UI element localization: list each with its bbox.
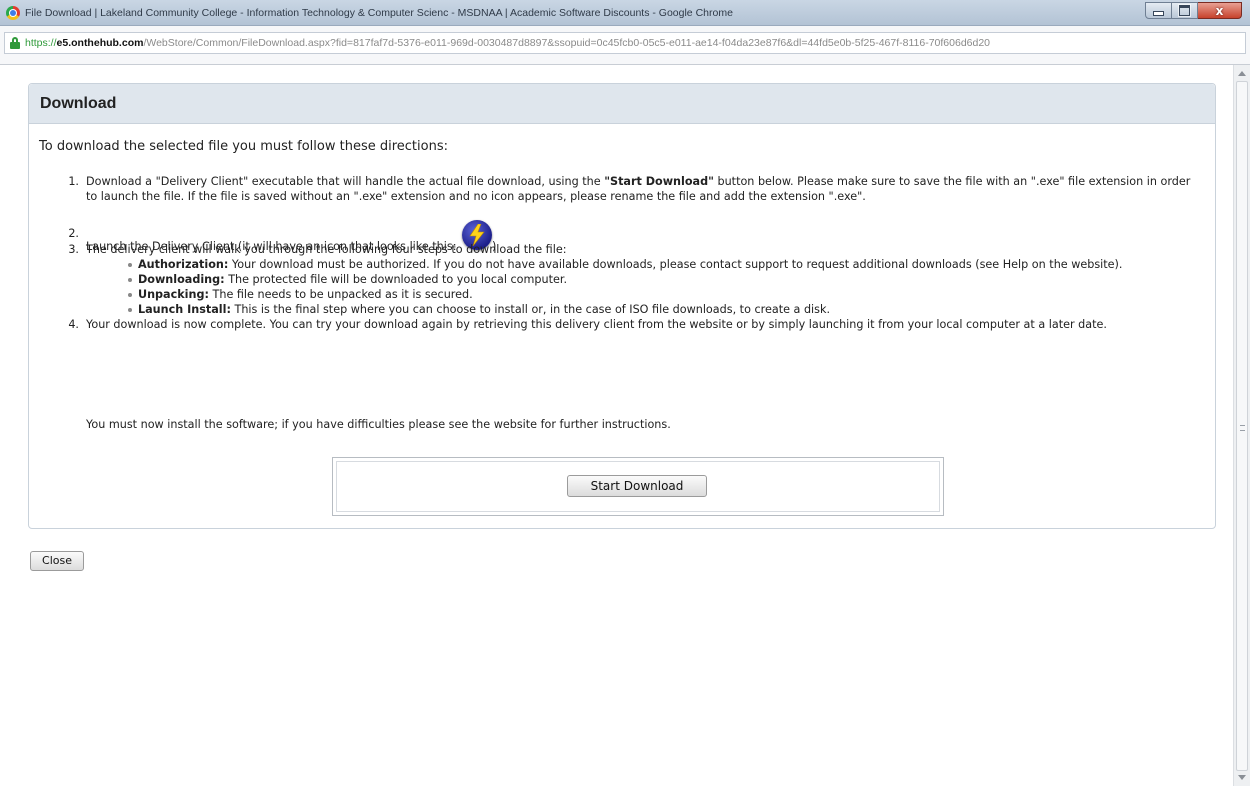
sub-step-text: The protected file will be downloaded to… xyxy=(224,273,568,286)
sub-step-launch-install: Launch Install: This is the final step w… xyxy=(128,302,1191,317)
sub-step-unpacking: Unpacking: The file needs to be unpacked… xyxy=(128,287,1191,302)
step-2: 2. Launch the Delivery Client (it will h… xyxy=(51,220,1191,253)
sub-step-label: Launch Install: xyxy=(138,303,231,316)
maximize-icon xyxy=(1178,4,1191,17)
sub-step-label: Downloading: xyxy=(138,273,225,286)
sub-step-text: Your download must be authorized. If you… xyxy=(228,258,1123,271)
step-number: 3. xyxy=(68,243,79,256)
maximize-button[interactable] xyxy=(1172,2,1198,19)
intro-text: To download the selected file you must f… xyxy=(39,139,448,154)
step-1-bold: "Start Download" xyxy=(604,175,714,188)
window-title: File Download | Lakeland Community Colle… xyxy=(25,7,733,19)
start-download-button[interactable]: Start Download xyxy=(567,475,707,497)
address-bar: https://e5.onthehub.com/WebStore/Common/… xyxy=(0,26,1250,65)
url-scheme: https:// xyxy=(25,37,57,49)
lock-icon[interactable] xyxy=(10,37,20,49)
chrome-icon xyxy=(6,6,20,20)
scroll-thumb[interactable] xyxy=(1236,81,1248,771)
page-scrollbar[interactable] xyxy=(1233,65,1250,786)
url-text[interactable]: https://e5.onthehub.com/WebStore/Common/… xyxy=(25,33,990,53)
minimize-icon xyxy=(1153,11,1164,16)
sub-step-label: Authorization: xyxy=(138,258,229,271)
url-field[interactable]: https://e5.onthehub.com/WebStore/Common/… xyxy=(4,32,1246,54)
start-download-box: Start Download xyxy=(332,457,944,516)
sub-step-downloading: Downloading: The protected file will be … xyxy=(128,272,1191,287)
window-close-button[interactable]: x xyxy=(1198,2,1242,19)
scroll-grip-icon xyxy=(1240,425,1245,431)
step-3: 3. The delivery client will walk you thr… xyxy=(51,242,1191,317)
minimize-button[interactable] xyxy=(1145,2,1172,19)
close-icon: x xyxy=(1215,3,1224,18)
sub-step-authorization: Authorization: Your download must be aut… xyxy=(128,257,1191,272)
sub-step-text: The file needs to be unpacked as it is s… xyxy=(208,288,473,301)
step-3-text: The delivery client will walk you throug… xyxy=(86,243,567,256)
url-path: /WebStore/Common/FileDownload.aspx?fid=8… xyxy=(143,37,991,49)
url-host: e5.onthehub.com xyxy=(56,37,144,49)
steps-list: 1. Download a "Delivery Client" executab… xyxy=(51,174,1191,332)
step-number: 1. xyxy=(68,175,79,188)
scroll-down-arrow-icon[interactable] xyxy=(1238,775,1246,780)
sub-step-label: Unpacking: xyxy=(138,288,209,301)
sub-steps-list: Authorization: Your download must be aut… xyxy=(86,257,1191,317)
install-note: You must now install the software; if yo… xyxy=(86,418,671,431)
step-4: 4. Your download is now complete. You ca… xyxy=(51,317,1191,332)
step-number: 2. xyxy=(68,227,79,240)
step-number: 4. xyxy=(68,318,79,331)
step-1: 1. Download a "Delivery Client" executab… xyxy=(51,174,1191,226)
download-panel: Download To download the selected file y… xyxy=(28,83,1216,529)
panel-title: Download xyxy=(29,84,1215,124)
window-controls: x xyxy=(1145,2,1242,21)
scroll-up-arrow-icon[interactable] xyxy=(1238,71,1246,76)
step-1-text-a: Download a "Delivery Client" executable … xyxy=(86,175,605,188)
sub-step-text: This is the final step where you can cho… xyxy=(230,303,831,316)
window-titlebar[interactable]: File Download | Lakeland Community Colle… xyxy=(0,0,1250,26)
step-4-text: Your download is now complete. You can t… xyxy=(86,318,1107,331)
close-button[interactable]: Close xyxy=(30,551,84,571)
